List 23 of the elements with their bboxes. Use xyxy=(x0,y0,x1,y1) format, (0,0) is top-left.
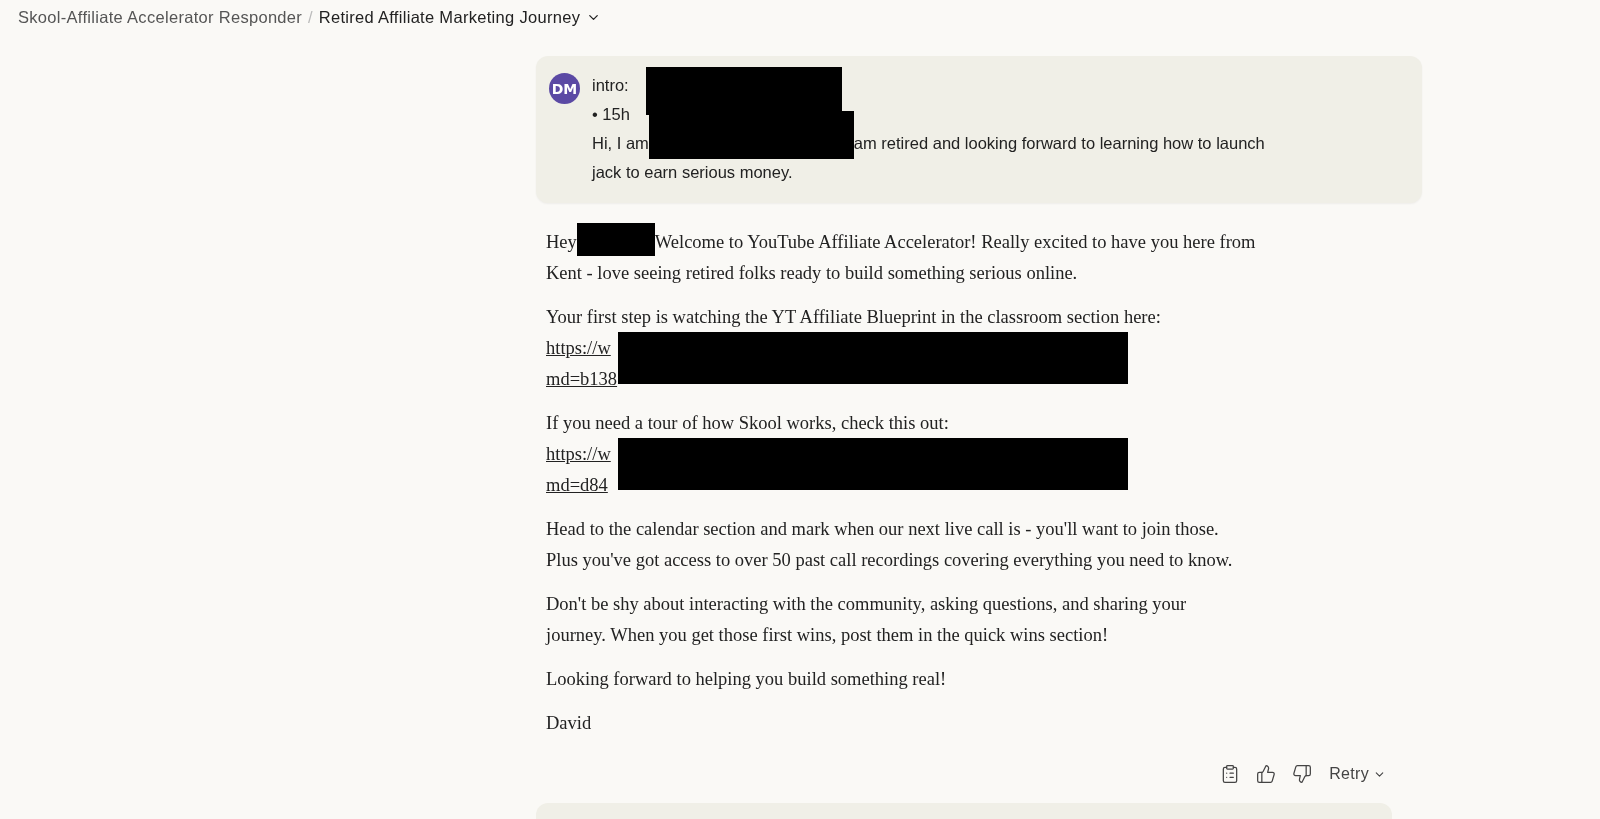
message-time: • 15h xyxy=(592,104,630,125)
message-text: Hey xyxy=(546,232,577,252)
message-text: Kent - love seeing retired folks ready to build something serious online. xyxy=(546,262,1078,285)
message-text: Your first step is watching the YT Affiliate Blueprint in the classroom section here: xyxy=(546,306,1162,329)
user-avatar: DM xyxy=(549,73,580,104)
message-text: Hi, I am xyxy=(592,134,649,152)
message-text: Head to the calendar section and mark when our next live call is - you'll want to join those. Plus you've got access to over 50 past call recordings covering everything you need to know. xyxy=(546,518,1234,572)
message-text: am retired and looking forward to learning how to launch xyxy=(853,134,1265,152)
message-header: intro: xyxy=(592,75,629,96)
link[interactable]: md=b138 xyxy=(546,364,618,395)
message-text: jack to earn serious money. xyxy=(592,162,793,183)
message-text: If you need a tour of how Skool works, check this out: xyxy=(546,412,950,435)
link[interactable]: https://w xyxy=(546,333,611,364)
message-text: Don't be shy about interacting with the community, asking questions, and sharing your journey. When you get those first wins, post them in the quick wins section! xyxy=(546,593,1188,647)
message-text: David xyxy=(546,712,593,735)
retry-button[interactable]: Retry xyxy=(1323,761,1392,787)
chat-title[interactable]: Retired Affiliate Marketing Journey xyxy=(318,8,602,27)
project-name[interactable]: Skool-Affiliate Accelerator Responder xyxy=(18,8,303,27)
message-text: Welcome to YouTube Affiliate Accelerator! Really excited to have you here from xyxy=(654,232,1256,252)
link[interactable]: https://w xyxy=(546,439,611,470)
link[interactable]: md=d84 xyxy=(546,470,608,501)
breadcrumb-separator: / xyxy=(308,8,313,27)
message-text: Looking forward to helping you build something real! xyxy=(546,668,948,691)
